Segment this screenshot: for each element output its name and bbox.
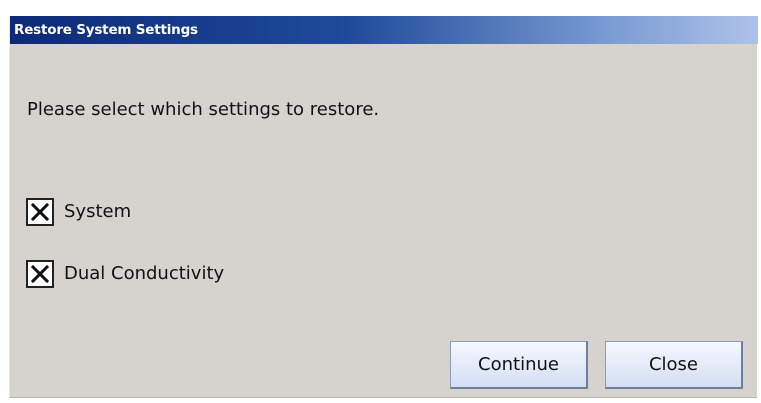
option-dual-conductivity[interactable]: Dual Conductivity: [26, 258, 224, 290]
option-system[interactable]: System: [26, 196, 131, 228]
dialog-prompt: Please select which settings to restore.: [27, 99, 380, 120]
system-label: System: [64, 201, 132, 222]
dialog-titlebar: Restore System Settings: [10, 16, 758, 44]
dual-conductivity-label: Dual Conductivity: [64, 263, 225, 284]
dual-conductivity-checkbox[interactable]: [26, 260, 54, 288]
close-button[interactable]: Close: [605, 341, 743, 389]
continue-button[interactable]: Continue: [450, 341, 588, 389]
restore-settings-dialog: Restore System Settings Please select wh…: [9, 16, 758, 398]
x-mark-icon: [30, 202, 50, 222]
system-checkbox[interactable]: [26, 198, 54, 226]
x-mark-icon: [30, 264, 50, 284]
dialog-title: Restore System Settings: [14, 22, 198, 38]
